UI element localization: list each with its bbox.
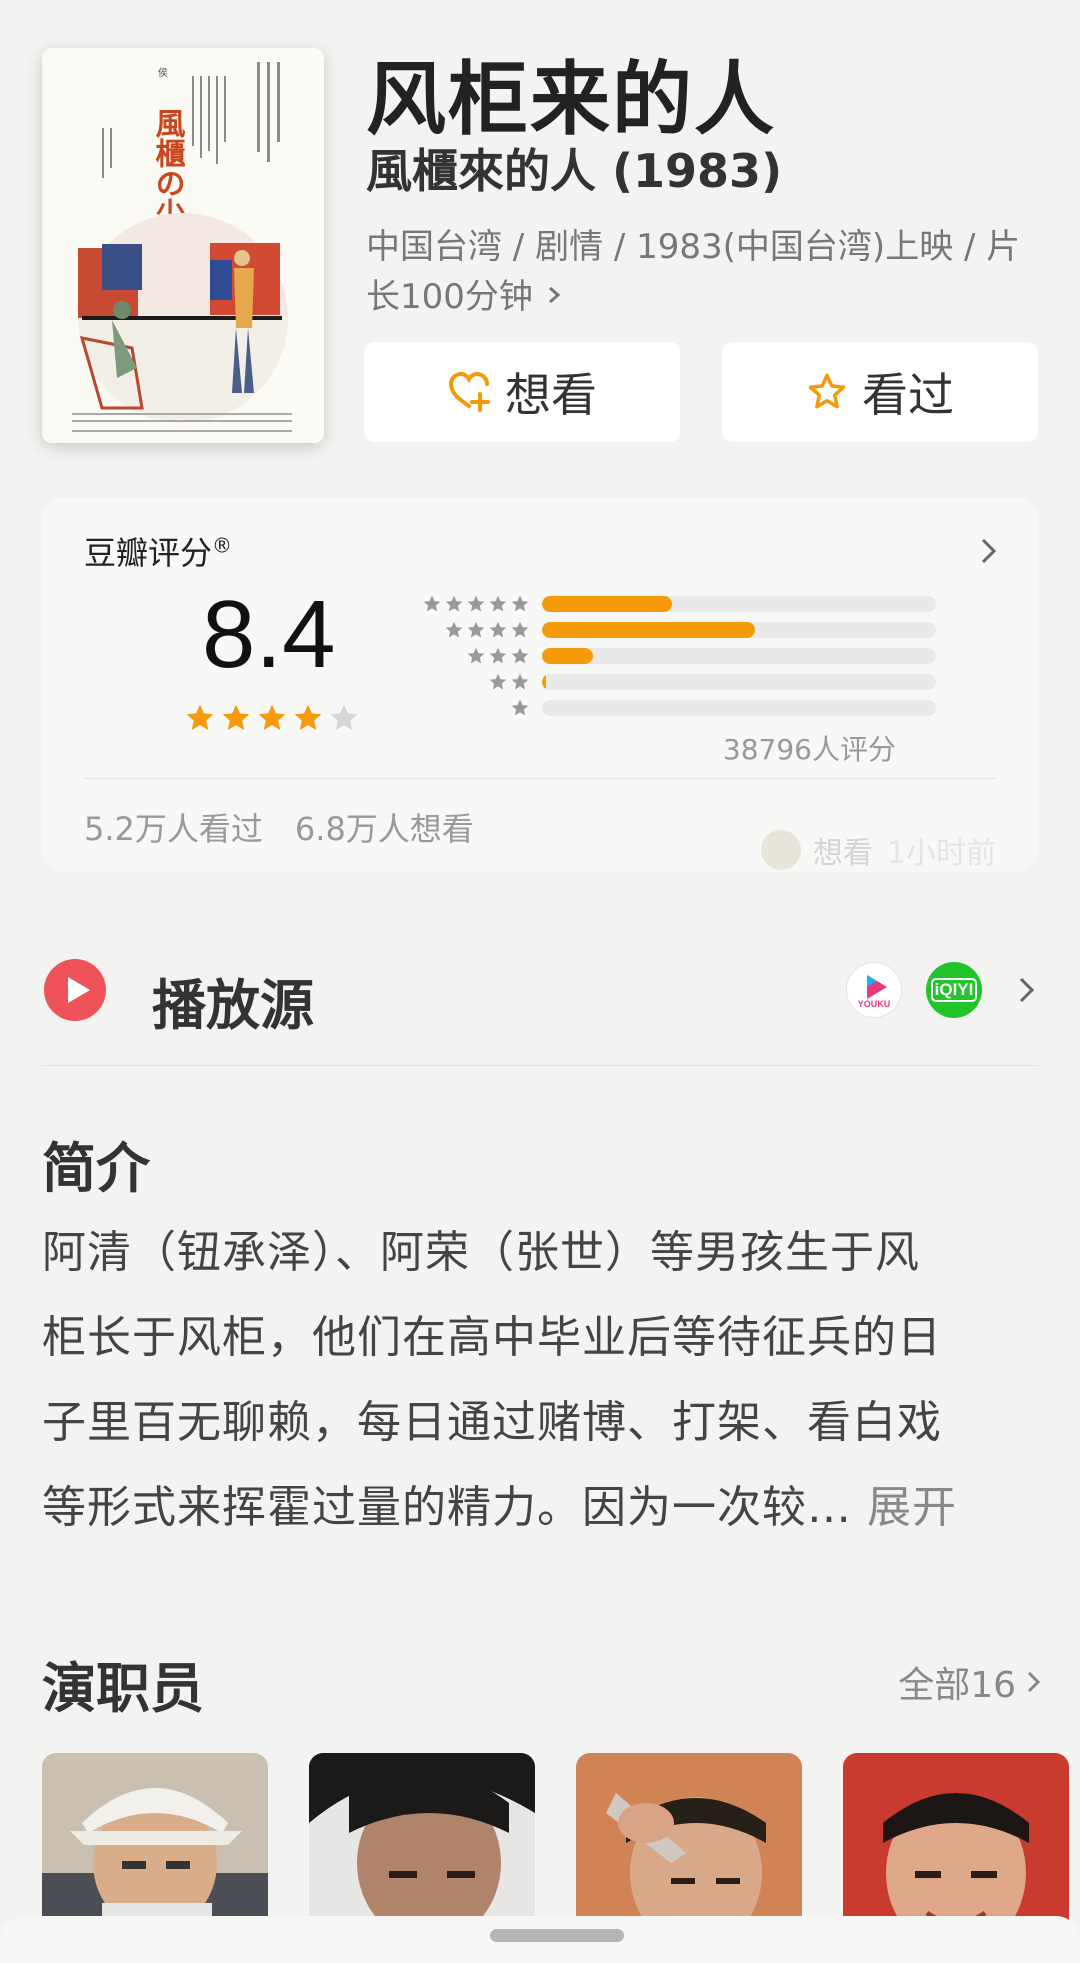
synopsis-line: 柜长于风柜，他们在高中毕业后等待征兵的日: [42, 1312, 942, 1363]
want-to-watch-button[interactable]: 想看: [364, 342, 680, 442]
activity-time: 1小时前: [886, 836, 996, 871]
cast-all-link[interactable]: 全部16: [898, 1656, 1044, 1708]
star-icon: [467, 595, 485, 612]
synopsis-text[interactable]: 阿清（钮承泽）、阿荣（张世）等男孩生于风 柜长于风柜，他们在高中毕业后等待征兵的…: [42, 1210, 1042, 1550]
row-stars: [488, 672, 530, 692]
rating-card[interactable]: 豆瓣评分® 8.4 38796人评分 5.2万人看过 6.8万人想看 想看 1小时…: [42, 498, 1038, 872]
synopsis-line: 子里百无聊赖，每日通过赌博、打架、看白戏: [42, 1397, 942, 1448]
rating-bar-fill: [542, 622, 755, 638]
row-stars: [422, 594, 530, 614]
rating-bar-track: [542, 648, 936, 664]
rating-distribution-row: [382, 698, 942, 720]
seen-label: 看过: [862, 368, 954, 422]
star-icon: [489, 621, 507, 638]
rating-distribution-row: [382, 672, 942, 694]
movie-detail-page: 侯 風櫃の少年 风柜来的人 風櫃來的人 (1983) 中国台湾 / 剧情 / 1…: [0, 0, 1080, 1963]
home-indicator[interactable]: [490, 1929, 624, 1942]
synopsis-title: 简介: [42, 1137, 150, 1200]
chevron-right-icon: [544, 277, 564, 317]
iqiyi-label: iQIYI: [930, 978, 978, 1002]
avatar: [760, 830, 801, 870]
rating-bar-track: [542, 674, 936, 690]
want-to-watch-label: 想看: [505, 368, 597, 422]
chevron-right-icon[interactable]: [978, 534, 1000, 572]
rating-bar-fill: [542, 674, 546, 690]
row-stars: [444, 620, 530, 640]
seen-count: 5.2万人看过: [84, 810, 263, 848]
chevron-right-icon: [1016, 973, 1038, 1011]
play-source-row[interactable]: 播放源 YOUKU iQIYI: [42, 945, 1038, 1037]
star-icon: [467, 647, 485, 664]
star-icon: [511, 647, 529, 664]
star-icon: [330, 704, 358, 730]
star-icon: [423, 595, 441, 612]
watch-stats: 5.2万人看过 6.8万人想看: [84, 804, 474, 850]
synopsis-line-text: 等形式来挥霍过量的精力。因为一次较…: [42, 1482, 852, 1533]
rating-distribution-row: [382, 620, 942, 642]
play-icon: [44, 959, 106, 1021]
activity-action: 想看: [812, 836, 873, 871]
movie-meta[interactable]: 中国台湾 / 剧情 / 1983(中国台湾)上映 / 片长100分钟: [366, 222, 1036, 322]
heart-plus-icon: [447, 370, 491, 414]
rating-bar-fill: [542, 648, 594, 664]
synopsis-line: 阿清（钮承泽）、阿荣（张世）等男孩生于风: [42, 1227, 920, 1278]
star-icon: [222, 704, 250, 730]
rating-count: 38796人评分: [722, 733, 896, 766]
registered-mark: ®: [212, 533, 233, 558]
friend-activity[interactable]: 想看 1小时前: [760, 828, 996, 872]
star-icon: [489, 673, 507, 690]
cast-all-label: 全部16: [898, 1665, 1016, 1706]
star-icon: [294, 704, 322, 730]
chevron-right-icon: [1027, 1671, 1041, 1693]
play-source-title: 播放源: [152, 974, 314, 1037]
rating-bar-fill: [542, 596, 673, 612]
youku-label: YOUKU: [857, 999, 891, 1009]
star-icon: [489, 647, 507, 664]
rating-stars: [184, 702, 360, 734]
row-stars: [466, 646, 530, 666]
star-icon: [258, 704, 286, 730]
star-icon: [511, 673, 529, 690]
star-icon: [511, 595, 529, 612]
divider: [84, 778, 996, 779]
rating-distribution-row: [382, 594, 942, 616]
cast-title: 演职员: [42, 1657, 204, 1720]
movie-meta-text: 中国台湾 / 剧情 / 1983(中国台湾)上映 / 片长100分钟: [366, 227, 1021, 317]
rating-bar-track: [542, 596, 936, 612]
divider: [42, 1065, 1038, 1066]
rating-label: 豆瓣评分®: [84, 528, 232, 574]
expand-link[interactable]: 展开: [867, 1482, 957, 1533]
seen-button[interactable]: 看过: [722, 342, 1038, 442]
row-stars: [510, 698, 530, 718]
svg-text:侯: 侯: [158, 66, 168, 79]
star-icon: [511, 621, 529, 638]
star-outline-icon: [806, 371, 848, 413]
rating-bar-track: [542, 700, 936, 716]
star-icon: [511, 699, 529, 716]
star-icon: [445, 595, 463, 612]
rating-score: 8.4: [202, 581, 336, 688]
rating-bar-track: [542, 622, 936, 638]
movie-title: 风柜来的人: [366, 53, 776, 146]
iqiyi-icon[interactable]: iQIYI: [926, 962, 982, 1018]
star-icon: [445, 621, 463, 638]
rating-distribution-row: [382, 646, 942, 668]
movie-original-title: 風櫃來的人 (1983): [366, 144, 783, 198]
rating-label-text: 豆瓣评分: [84, 534, 213, 572]
star-icon: [186, 704, 214, 730]
movie-poster[interactable]: 侯 風櫃の少年: [42, 48, 324, 443]
synopsis-line: 等形式来挥霍过量的精力。因为一次较… 展开: [42, 1465, 1042, 1550]
star-icon: [467, 621, 485, 638]
youku-icon[interactable]: YOUKU: [846, 962, 902, 1018]
want-count: 6.8万人想看: [294, 810, 474, 848]
star-icon: [489, 595, 507, 612]
